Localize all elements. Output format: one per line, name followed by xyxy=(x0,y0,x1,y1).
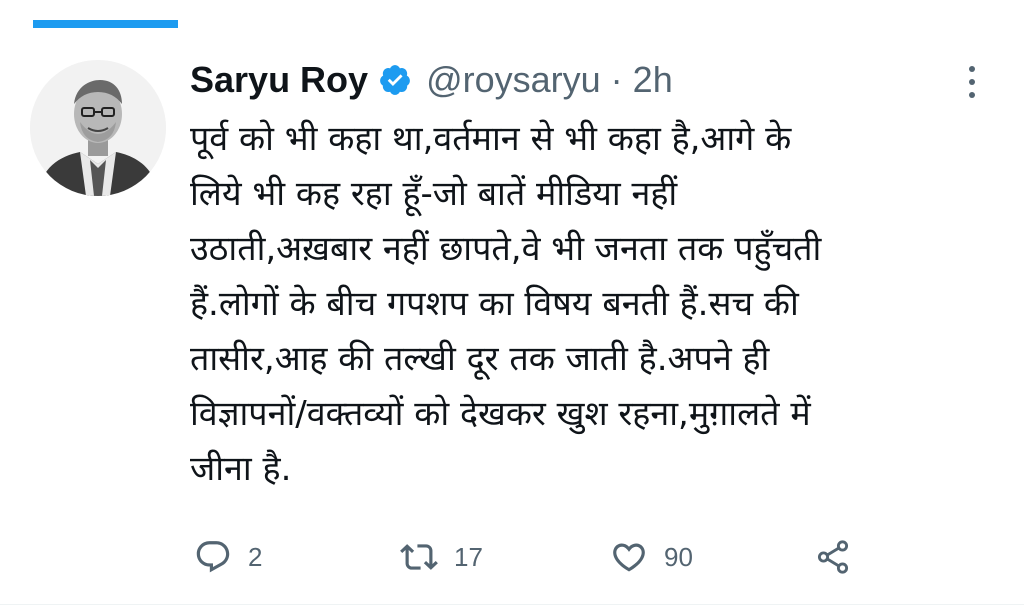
tweet-actions: 2 17 90 xyxy=(190,532,890,582)
more-options-icon[interactable] xyxy=(960,62,984,102)
tweet-timestamp[interactable]: 2h xyxy=(633,59,673,101)
tweet-text-line: लिये भी कह रहा हूँ-जो बातें मीडिया नहीं xyxy=(190,174,678,214)
active-tab-indicator xyxy=(33,20,178,28)
tweet-header: Saryu Roy @roysaryu · 2h xyxy=(190,56,673,104)
reply-count: 2 xyxy=(248,541,263,572)
tweet-text: पूर्व को भी कहा था,वर्तमान से भी कहा है,… xyxy=(190,112,990,497)
tweet-text-line: पूर्व को भी कहा था,वर्तमान से भी कहा है,… xyxy=(190,119,792,159)
heart-icon xyxy=(613,543,645,572)
tweet-text-line: तासीर,आह की तल्खी दूर तक जाती है.अपने ही xyxy=(190,339,770,379)
avatar-portrait-icon xyxy=(30,60,166,196)
tweet-text-line: हैं.लोगों के बीच गपशप का विषय बनती हैं.स… xyxy=(190,284,799,324)
like-count: 90 xyxy=(664,541,693,572)
retweet-button[interactable]: 17 xyxy=(400,532,483,582)
retweet-icon xyxy=(400,544,438,570)
author-handle[interactable]: @roysaryu xyxy=(426,59,601,101)
reply-button[interactable]: 2 xyxy=(194,532,262,582)
avatar[interactable] xyxy=(30,60,166,196)
tweet-text-line: विज्ञापनों/वक्तव्यों को देखकर खुश रहना,म… xyxy=(190,394,811,434)
share-button[interactable] xyxy=(814,532,852,582)
tweet-text-line: जीना है. xyxy=(190,449,292,489)
verified-badge-icon xyxy=(378,63,412,97)
share-icon xyxy=(817,540,849,574)
tweet-screenshot: Saryu Roy @roysaryu · 2h पूर्व को भी कहा… xyxy=(0,0,1024,608)
reply-icon xyxy=(196,541,230,573)
divider xyxy=(0,604,1024,605)
retweet-count: 17 xyxy=(454,541,483,572)
like-button[interactable]: 90 xyxy=(610,532,693,582)
tweet-text-line: उठाती,अख़बार नहीं छापते,वे भी जनता तक पह… xyxy=(190,229,822,269)
header-separator: · xyxy=(610,59,623,100)
author-display-name[interactable]: Saryu Roy xyxy=(190,59,368,101)
